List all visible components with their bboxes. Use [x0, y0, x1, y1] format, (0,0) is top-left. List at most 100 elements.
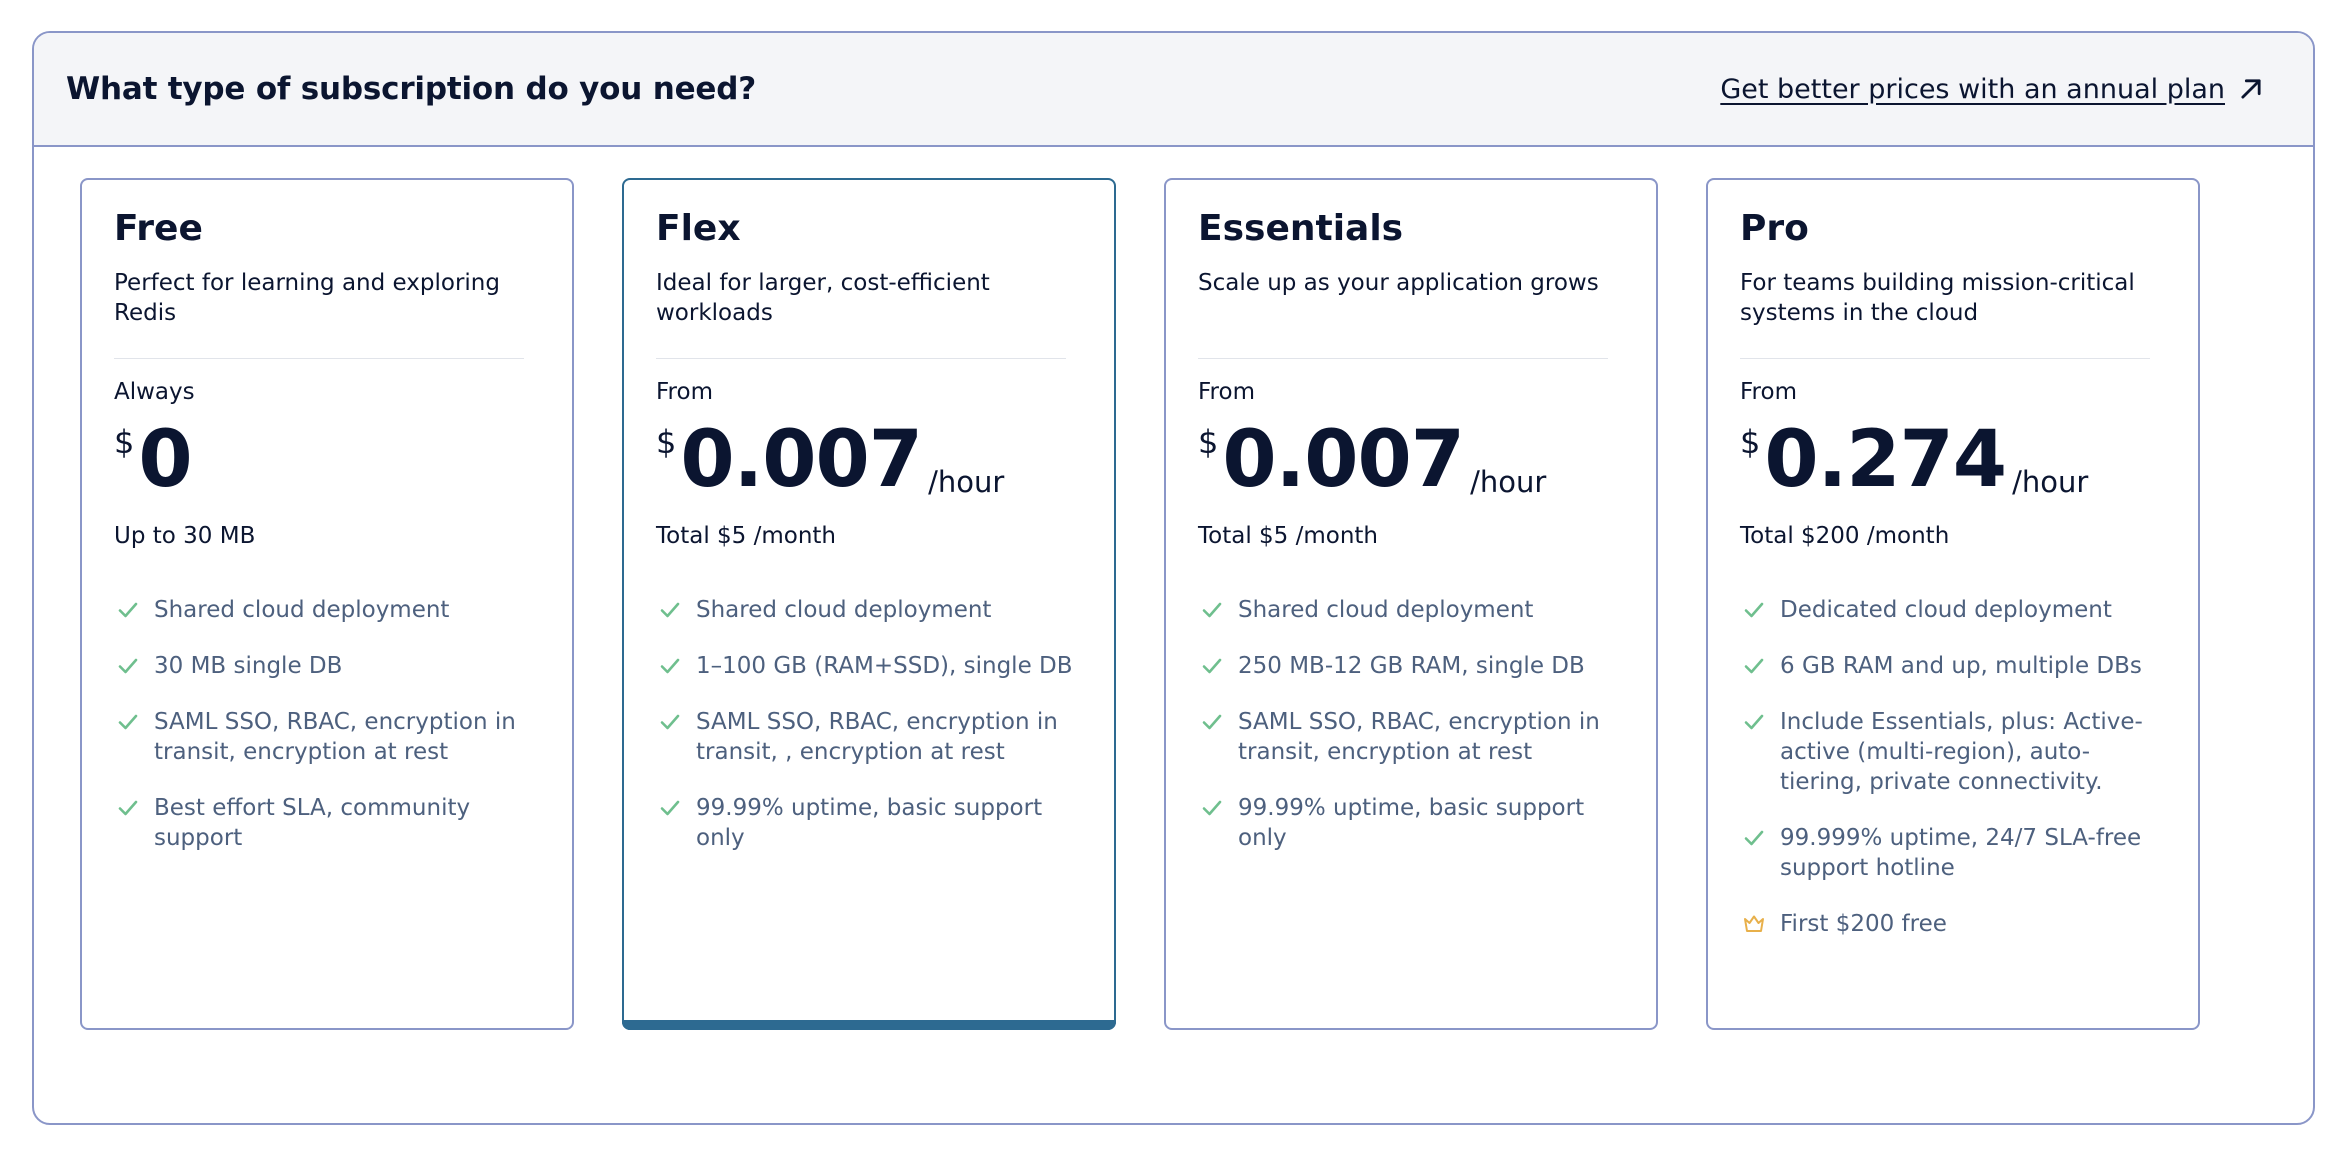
price-total: Up to 30 MB [114, 523, 256, 549]
price-prefix: Always [114, 379, 195, 405]
annual-plan-link-label: Get better prices with an annual plan [1720, 73, 2225, 105]
crown-icon [1740, 909, 1768, 939]
divider [1740, 358, 2150, 359]
price: $0.274/hour [1740, 421, 2166, 501]
divider [656, 358, 1066, 359]
check-icon [114, 595, 142, 625]
feature-text: 6 GB RAM and up, multiple DBs [1780, 653, 2142, 679]
feature-item: Include Essentials, plus: Active-active … [1740, 707, 2166, 797]
feature-item: Best effort SLA, community support [114, 793, 540, 853]
arrow-up-right-icon [2241, 79, 2261, 99]
feature-item: 99.99% uptime, basic support only [656, 793, 1082, 853]
feature-text: 99.99% uptime, basic support only [1238, 795, 1585, 851]
feature-text: Shared cloud deployment [696, 597, 992, 623]
price-currency: $ [1740, 423, 1761, 461]
feature-text: SAML SSO, RBAC, encryption in transit, e… [154, 709, 516, 765]
feature-text: 99.99% uptime, basic support only [696, 795, 1043, 851]
plan-description: For teams building mission-critical syst… [1740, 270, 2135, 326]
feature-item: 6 GB RAM and up, multiple DBs [1740, 651, 2166, 681]
check-icon [1740, 707, 1768, 737]
price-currency: $ [114, 423, 135, 461]
feature-item: Shared cloud deployment [1198, 595, 1624, 625]
feature-text: Include Essentials, plus: Active-active … [1780, 709, 2143, 795]
price-unit: /hour [2012, 465, 2089, 499]
check-icon [656, 651, 684, 681]
plan-name: Flex [656, 208, 741, 249]
feature-item: 1–100 GB (RAM+SSD), single DB [656, 651, 1082, 681]
feature-text: Shared cloud deployment [1238, 597, 1534, 623]
price: $0.007/hour [656, 421, 1082, 501]
plan-name: Free [114, 208, 203, 249]
feature-text: Shared cloud deployment [154, 597, 450, 623]
plan-name: Pro [1740, 208, 1809, 249]
feature-text: Dedicated cloud deployment [1780, 597, 2112, 623]
plan-description: Scale up as your application grows [1198, 270, 1599, 296]
panel-header: What type of subscription do you need? G… [34, 33, 2313, 147]
page-title: What type of subscription do you need? [66, 71, 756, 107]
feature-item: 99.999% uptime, 24/7 SLA-free support ho… [1740, 823, 2166, 883]
price-currency: $ [656, 423, 677, 461]
price-amount: 0.007 [680, 415, 923, 505]
price-amount: 0.007 [1222, 415, 1465, 505]
plan-card-flex[interactable]: Flex Ideal for larger, cost-efficient wor… [622, 178, 1116, 1030]
check-icon [1198, 707, 1226, 737]
price: $0 [114, 421, 540, 501]
feature-item: 250 MB-12 GB RAM, single DB [1198, 651, 1624, 681]
feature-text: 250 MB-12 GB RAM, single DB [1238, 653, 1585, 679]
feature-text: 99.999% uptime, 24/7 SLA-free support ho… [1780, 825, 2142, 881]
price-prefix: From [1198, 379, 1255, 405]
annual-plan-link[interactable]: Get better prices with an annual plan [1720, 74, 2265, 105]
price-currency: $ [1198, 423, 1219, 461]
price-total: Total $200 /month [1740, 523, 1950, 549]
price-total: Total $5 /month [656, 523, 837, 549]
feature-text: SAML SSO, RBAC, encryption in transit, e… [1238, 709, 1600, 765]
plan-cards: Free Perfect for learning and exploring R… [80, 178, 2200, 1030]
check-icon [656, 707, 684, 737]
feature-list: Shared cloud deployment 250 MB-12 GB RAM,… [1198, 595, 1624, 853]
check-icon [1740, 595, 1768, 625]
feature-item: First $200 free [1740, 909, 2166, 939]
check-icon [656, 793, 684, 823]
check-icon [114, 793, 142, 823]
feature-item: Dedicated cloud deployment [1740, 595, 2166, 625]
plan-description: Ideal for larger, cost-efficient workloa… [656, 270, 990, 326]
feature-item: SAML SSO, RBAC, encryption in transit, e… [1198, 707, 1624, 767]
feature-list: Dedicated cloud deployment 6 GB RAM and u… [1740, 595, 2166, 939]
check-icon [1198, 793, 1226, 823]
feature-item: 99.99% uptime, basic support only [1198, 793, 1624, 853]
price-amount: 0 [138, 415, 192, 505]
divider [114, 358, 524, 359]
feature-item: Shared cloud deployment [114, 595, 540, 625]
feature-text: 30 MB single DB [154, 653, 343, 679]
price-prefix: From [656, 379, 713, 405]
check-icon [114, 651, 142, 681]
feature-text: First $200 free [1780, 911, 1947, 937]
plan-card-free[interactable]: Free Perfect for learning and exploring R… [80, 178, 574, 1030]
check-icon [1740, 823, 1768, 853]
feature-list: Shared cloud deployment 30 MB single DB SA… [114, 595, 540, 853]
plan-card-essentials[interactable]: Essentials Scale up as your application g… [1164, 178, 1658, 1030]
price-prefix: From [1740, 379, 1797, 405]
feature-item: SAML SSO, RBAC, encryption in transit, ,… [656, 707, 1082, 767]
feature-item: 30 MB single DB [114, 651, 540, 681]
check-icon [1740, 651, 1768, 681]
price-total: Total $5 /month [1198, 523, 1379, 549]
check-icon [1198, 595, 1226, 625]
price-unit: /hour [1470, 465, 1547, 499]
price-amount: 0.274 [1764, 415, 2007, 505]
check-icon [114, 707, 142, 737]
plan-name: Essentials [1198, 208, 1404, 249]
check-icon [656, 595, 684, 625]
feature-list: Shared cloud deployment 1–100 GB (RAM+SSD… [656, 595, 1082, 853]
plan-card-pro[interactable]: Pro For teams building mission-critical s… [1706, 178, 2200, 1030]
price-unit: /hour [928, 465, 1005, 499]
divider [1198, 358, 1608, 359]
plan-description: Perfect for learning and exploring Redis [114, 270, 500, 326]
check-icon [1198, 651, 1226, 681]
feature-text: SAML SSO, RBAC, encryption in transit, ,… [696, 709, 1058, 765]
feature-item: Shared cloud deployment [656, 595, 1082, 625]
feature-item: SAML SSO, RBAC, encryption in transit, e… [114, 707, 540, 767]
feature-text: Best effort SLA, community support [154, 795, 471, 851]
price: $0.007/hour [1198, 421, 1624, 501]
feature-text: 1–100 GB (RAM+SSD), single DB [696, 653, 1073, 679]
